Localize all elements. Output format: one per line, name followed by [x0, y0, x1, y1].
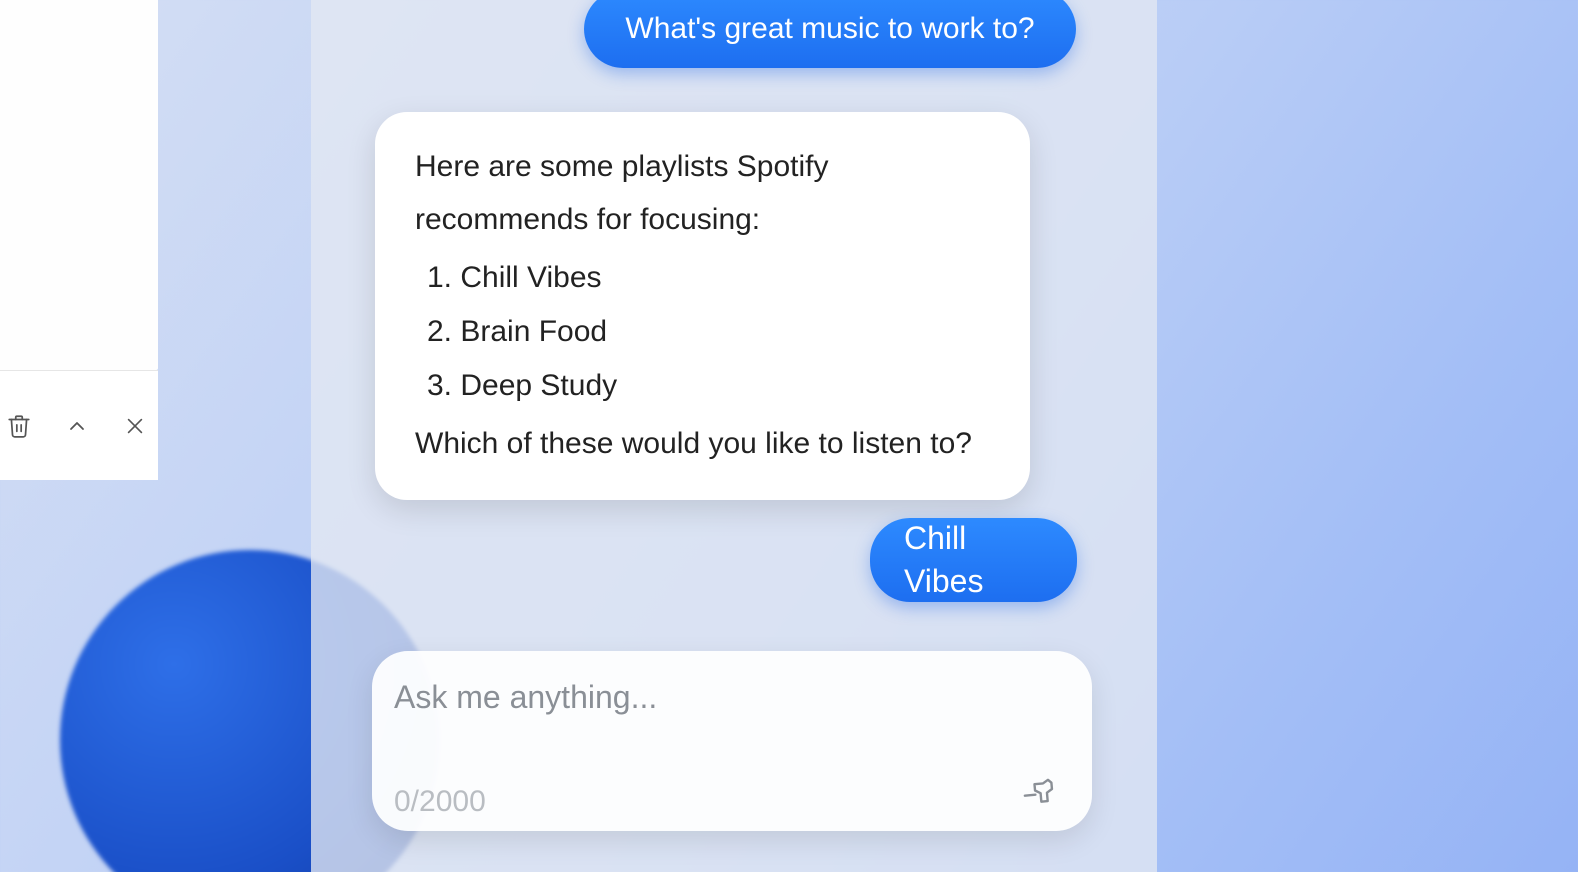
chevron-up-icon[interactable] [62, 411, 92, 441]
chat-composer[interactable]: Ask me anything... 0/2000 [372, 651, 1092, 831]
side-panel-toolbar [0, 370, 158, 480]
list-item: 1. Chill Vibes [427, 251, 990, 305]
user-message-text: Chill Vibes [904, 517, 1043, 603]
pin-icon[interactable] [1014, 769, 1070, 825]
list-item: 3. Deep Study [427, 359, 990, 413]
composer-placeholder: Ask me anything... [394, 679, 1064, 716]
user-message: Chill Vibes [870, 518, 1077, 602]
trash-icon[interactable] [4, 411, 34, 441]
assistant-playlist-list: 1. Chill Vibes 2. Brain Food 3. Deep Stu… [427, 251, 990, 413]
user-message: What's great music to work to? [584, 0, 1076, 68]
character-counter: 0/2000 [394, 785, 486, 819]
side-panel-top [0, 0, 158, 370]
user-message-text: What's great music to work to? [625, 9, 1034, 50]
close-icon[interactable] [120, 411, 150, 441]
assistant-intro-text: Here are some playlists Spotify recommen… [415, 140, 990, 247]
assistant-message: Here are some playlists Spotify recommen… [375, 112, 1030, 500]
list-item: 2. Brain Food [427, 305, 990, 359]
assistant-outro-text: Which of these would you like to listen … [415, 417, 990, 470]
